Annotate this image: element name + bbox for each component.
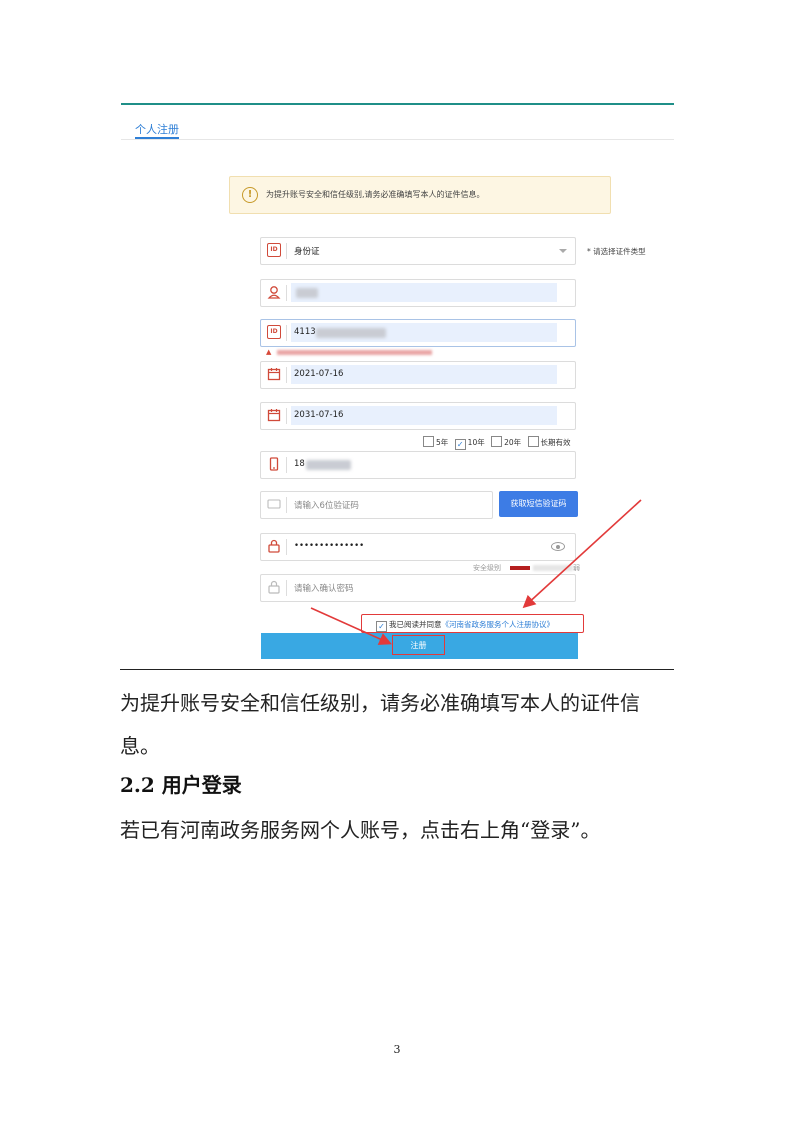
paragraph-1-line-2: 息。 bbox=[120, 734, 160, 758]
arrow-to-agreement bbox=[522, 499, 642, 609]
paragraph-2: 若已有河南政务服务网个人账号，点击右上角“登录”。 bbox=[120, 818, 601, 842]
registration-screenshot: 个人注册 ! 为提升账号安全和信任级别,请务必准确填写本人的证件信息。 ID 身… bbox=[121, 103, 674, 659]
annotation-arrows bbox=[310, 499, 642, 645]
section-heading: 2.2 用户登录 bbox=[120, 773, 242, 797]
figure-bottom-rule bbox=[120, 669, 674, 670]
arrow-to-register bbox=[310, 607, 392, 645]
page-number: 3 bbox=[393, 1043, 401, 1056]
paragraph-1-line-1: 为提升账号安全和信任级别，请务必准确填写本人的证件信 bbox=[120, 691, 640, 715]
